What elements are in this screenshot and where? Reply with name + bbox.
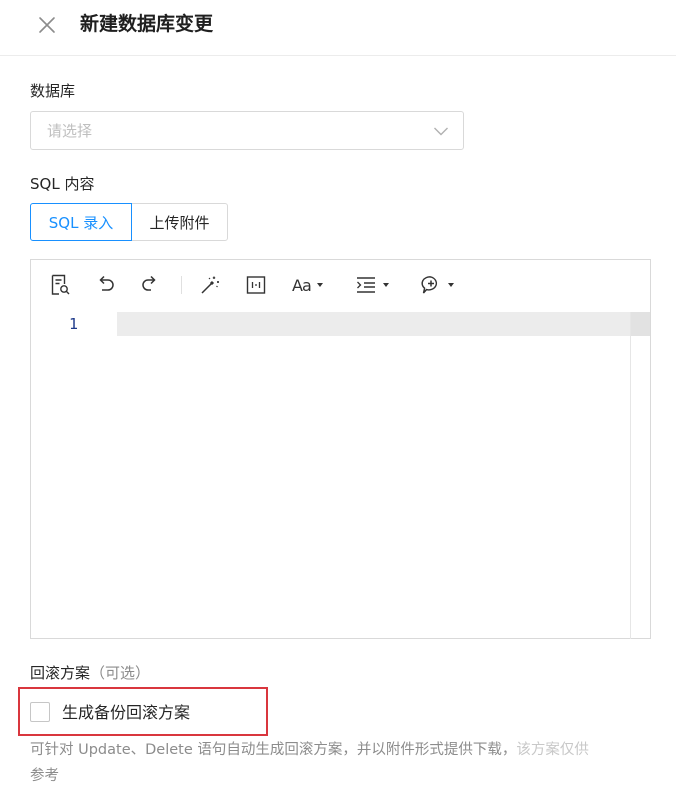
rollback-helper-text: 可针对 Update、Delete 语句自动生成回滚方案，并以附件形式提供下载，…: [30, 737, 656, 789]
optional-hint: （可选）: [90, 664, 151, 682]
chevron-down-icon: [434, 127, 448, 136]
undo-button[interactable]: [94, 272, 116, 298]
caret-down-icon: [448, 283, 454, 287]
column-layout-icon: [246, 276, 266, 294]
active-line-highlight: [117, 312, 650, 336]
comment-button[interactable]: [420, 272, 454, 298]
tab-upload-attachment[interactable]: 上传附件: [131, 203, 228, 241]
format-button[interactable]: [49, 272, 71, 298]
font-size-button[interactable]: Aa: [292, 272, 323, 298]
caret-down-icon: [383, 283, 389, 287]
helper-text-faded: 该方案仅供: [516, 742, 589, 758]
layout-button[interactable]: [245, 272, 267, 298]
editor-toolbar: Aa: [31, 260, 650, 310]
font-size-icon: Aa: [292, 275, 312, 295]
page-title: 新建数据库变更: [80, 13, 214, 35]
backup-rollback-option: 生成备份回滚方案: [18, 687, 268, 736]
helper-text-end: 参考: [30, 768, 59, 784]
database-select-placeholder: 请选择: [47, 122, 93, 140]
beautify-button[interactable]: [199, 272, 221, 298]
redo-button[interactable]: [139, 272, 161, 298]
line-number: 1: [69, 315, 79, 333]
magic-wand-icon: [201, 276, 219, 294]
editor-scroll-rail: [630, 312, 631, 639]
drawer-header: 新建数据库变更: [0, 0, 676, 56]
close-button[interactable]: [36, 14, 58, 36]
rollback-label: 回滚方案（可选）: [30, 663, 150, 683]
helper-text-main: 可针对 Update、Delete 语句自动生成回滚方案，并以附件形式提供下载，: [30, 742, 517, 758]
editor-scrollbar[interactable]: [631, 312, 650, 336]
sql-content-label: SQL 内容: [30, 175, 95, 193]
format-document-icon: [51, 274, 70, 295]
close-icon: [39, 17, 55, 33]
undo-icon: [99, 275, 114, 291]
redo-icon: [142, 275, 156, 291]
backup-rollback-label[interactable]: 生成备份回滚方案: [62, 702, 190, 724]
caret-down-icon: [316, 283, 323, 287]
sql-editor[interactable]: Aa 1: [30, 259, 651, 639]
rollback-title: 回滚方案: [30, 664, 91, 682]
toolbar-divider: [181, 276, 182, 294]
indent-button[interactable]: [355, 272, 389, 298]
tab-sql-input[interactable]: SQL 录入: [30, 203, 132, 241]
backup-rollback-checkbox[interactable]: [30, 702, 50, 722]
comment-icon: [421, 276, 437, 294]
database-select[interactable]: 请选择: [30, 111, 464, 150]
indent-icon: [357, 277, 375, 293]
database-label: 数据库: [30, 82, 76, 100]
